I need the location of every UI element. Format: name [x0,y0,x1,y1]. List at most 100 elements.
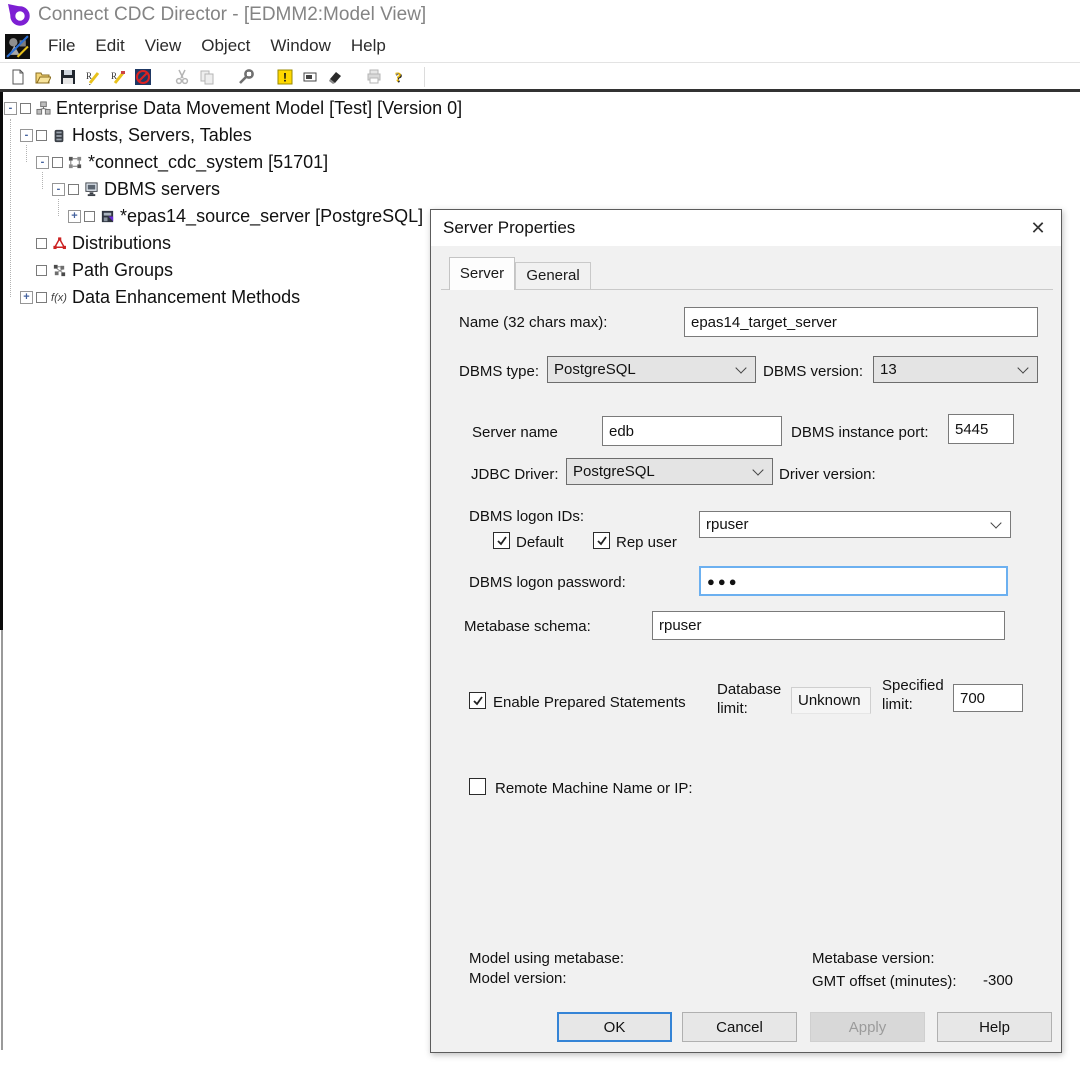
dbms-version-value: 13 [880,361,1015,378]
toolbar-bottom-rule [0,89,1080,92]
tree-checkbox[interactable] [84,211,95,222]
name-input[interactable] [684,307,1038,337]
chevron-down-icon [752,464,763,475]
print-icon[interactable] [364,68,383,87]
cut-icon[interactable] [172,68,191,87]
dbms-port-input[interactable] [948,414,1014,444]
rep-user-checkbox[interactable] [593,532,610,549]
menu-view[interactable]: View [135,36,192,56]
tree-checkbox[interactable] [36,292,47,303]
window-titlebar: Connect CDC Director - [EDMM2:Model View… [0,0,1080,30]
tree-node-hosts[interactable]: - Hosts, Servers, Tables [0,122,430,149]
hosts-icon [50,127,68,144]
password-input[interactable]: ●●● [699,566,1008,596]
gmt-offset-value: -300 [983,972,1013,989]
metabase-schema-input[interactable] [652,611,1005,640]
save-icon[interactable] [58,68,77,87]
menu-window[interactable]: Window [260,36,340,56]
tree-node-system[interactable]: - *connect_cdc_system [51701] [0,149,430,176]
tree-node-label: *connect_cdc_system [51701] [88,152,328,173]
rep-user-label: Rep user [616,534,677,551]
menu-help[interactable]: Help [341,36,396,56]
tree-node-path-groups[interactable]: Path Groups [0,257,430,284]
tab-general[interactable]: General [515,262,591,289]
server-properties-dialog: Server Properties ✕ Server General Name … [430,209,1062,1053]
specified-limit-input[interactable] [953,684,1023,712]
enable-prepared-label: Enable Prepared Statements [493,694,686,711]
tree-node-distributions[interactable]: Distributions [0,230,430,257]
logon-id-value: rpuser [706,516,988,533]
logon-ids-label: DBMS logon IDs: [469,508,584,525]
ok-button[interactable]: OK [557,1012,672,1042]
tree-checkbox[interactable] [36,265,47,276]
default-checkbox[interactable] [493,532,510,549]
pane-split-line [1,630,3,1050]
precisely-logo-icon [7,3,31,27]
specified-limit-label: Specified limit: [882,676,952,714]
name-label: Name (32 chars max): [459,314,607,331]
apply-button: Apply [810,1012,925,1042]
close-icon[interactable]: ✕ [1015,210,1061,246]
help-icon[interactable]: ?? [389,68,408,87]
fx-icon: f(x) [50,289,68,306]
eraser-icon[interactable] [325,68,344,87]
dialog-titlebar[interactable]: Server Properties [431,210,1061,246]
expand-icon[interactable]: + [68,210,81,223]
tree-checkbox[interactable] [20,103,31,114]
check-in-icon[interactable]: R [108,68,127,87]
tree-checkbox[interactable] [36,130,47,141]
dbms-version-select[interactable]: 13 [873,356,1038,383]
collapse-icon[interactable]: - [4,102,17,115]
collapse-icon[interactable]: - [52,183,65,196]
tree-node-data-enhancement[interactable]: + f(x) Data Enhancement Methods [0,284,430,311]
tools-icon[interactable] [236,68,255,87]
database-limit-value: Unknown [791,687,871,714]
jdbc-driver-value: PostgreSQL [573,463,750,480]
document-app-icon [5,34,30,59]
help-button[interactable]: Help [937,1012,1052,1042]
svg-text:!: ! [283,71,287,85]
path-groups-icon [50,262,68,279]
block-icon[interactable] [133,68,152,87]
tree-node-label: DBMS servers [104,179,220,200]
remote-machine-checkbox[interactable] [469,778,486,795]
tree-node-model[interactable]: - Enterprise Data Movement Model [Test] … [0,95,430,122]
flag-icon[interactable] [300,68,319,87]
validate-icon[interactable]: ! [275,68,294,87]
dbms-type-value: PostgreSQL [554,361,733,378]
distributions-icon [50,235,68,252]
dbms-type-select[interactable]: PostgreSQL [547,356,756,383]
tree-node-label: *epas14_source_server [PostgreSQL] [120,206,423,227]
toolbar: R R ! ?? [0,64,1080,90]
tree-guide [58,199,59,216]
collapse-icon[interactable]: - [36,156,49,169]
check-out-icon[interactable]: R [83,68,102,87]
enable-prepared-checkbox[interactable] [469,692,486,709]
window-title: Connect CDC Director - [EDMM2:Model View… [38,4,426,26]
logon-id-combobox[interactable]: rpuser [699,511,1011,538]
expand-icon[interactable]: + [20,291,33,304]
menu-file[interactable]: File [38,36,85,56]
open-icon[interactable] [33,68,52,87]
new-file-icon[interactable] [8,68,27,87]
checkmark-icon [496,535,508,547]
server-name-input[interactable] [602,416,782,446]
tree-checkbox[interactable] [36,238,47,249]
tab-server[interactable]: Server [449,257,515,290]
menu-object[interactable]: Object [191,36,260,56]
driver-version-label: Driver version: [779,466,876,483]
copy-icon[interactable] [197,68,216,87]
model-version-label: Model version: [469,970,567,987]
jdbc-driver-select[interactable]: PostgreSQL [566,458,773,485]
cancel-button[interactable]: Cancel [682,1012,797,1042]
dbms-type-label: DBMS type: [459,363,539,380]
tree-guide [42,172,43,189]
checkmark-icon [472,695,484,707]
tree-guide [10,119,11,297]
tree-node-dbms-servers[interactable]: - DBMS servers [0,176,430,203]
tree-checkbox[interactable] [68,184,79,195]
tree-node-source-server[interactable]: + *epas14_source_server [PostgreSQL] [0,203,430,230]
collapse-icon[interactable]: - [20,129,33,142]
tree-checkbox[interactable] [52,157,63,168]
menu-edit[interactable]: Edit [85,36,134,56]
